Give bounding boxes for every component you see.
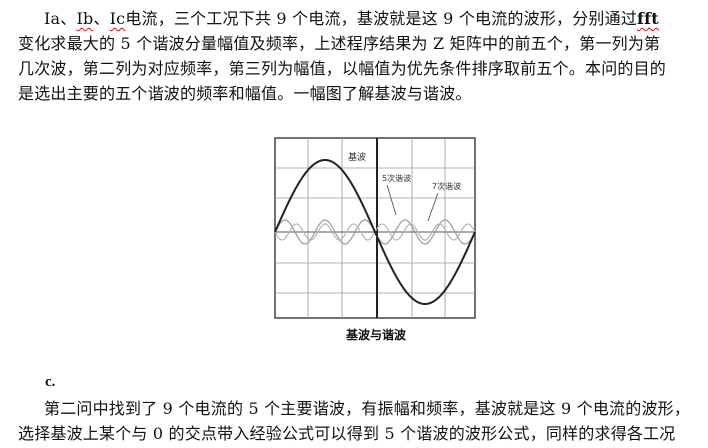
fundamental-label: 基波 [348, 151, 366, 163]
second-line-1: 第二问中找到了 9 个电流的 5 个主要谐波，有振幅和频率，基波就是这 9 个电… [44, 399, 691, 418]
intro-line-1: Ia、Ib、Ic电流，三个工况下共 9 个电流，基波就是这 9 个电流的波形，分… [18, 6, 696, 31]
current-ia-text: Ia、 [44, 9, 77, 28]
harmonics-figure: 基波 5次谐波 7次谐波 基波与谐波 [272, 135, 480, 345]
intro-line-2: 变化求最大的 5 个谐波分量幅值及频率，上述程序结果为 Z 矩阵中的前五个，第一… [18, 34, 661, 53]
section-c-heading: c. [45, 374, 56, 390]
second-paragraph: 第二问中找到了 9 个电流的 5 个主要谐波，有振幅和频率，基波就是这 9 个电… [18, 396, 696, 446]
intro-line-4: 是选出主要的五个谐波的频率和幅值。一幅图了解基波与谐波。 [18, 84, 472, 103]
figure-caption: 基波与谐波 [345, 327, 407, 342]
current-ic-text: Ic [109, 9, 126, 28]
separator-text: 、 [93, 9, 110, 28]
second-line-2: 选择基波上某个与 0 的交点带入经验公式可以得到 5 个谐波的波形公式，同样的求… [18, 424, 676, 443]
harmonics-diagram: 基波 5次谐波 7次谐波 基波与谐波 [272, 135, 480, 345]
fifth-harmonic-label: 5次谐波 [382, 173, 411, 183]
seventh-harmonic-label: 7次谐波 [432, 181, 461, 191]
current-ib-text: Ib [76, 9, 94, 28]
intro-paragraph: Ia、Ib、Ic电流，三个工况下共 9 个电流，基波就是这 9 个电流的波形，分… [18, 6, 696, 106]
intro-line-3: 几次波，第二列为对应频率，第三列为幅值，以幅值为优先条件排序取前五个。本问的目的 [18, 59, 667, 78]
intro-line-1-text: 电流，三个工况下共 9 个电流，基波就是这 9 个电流的波形，分别通过 [125, 9, 638, 28]
fft-keyword: fft [637, 9, 659, 28]
